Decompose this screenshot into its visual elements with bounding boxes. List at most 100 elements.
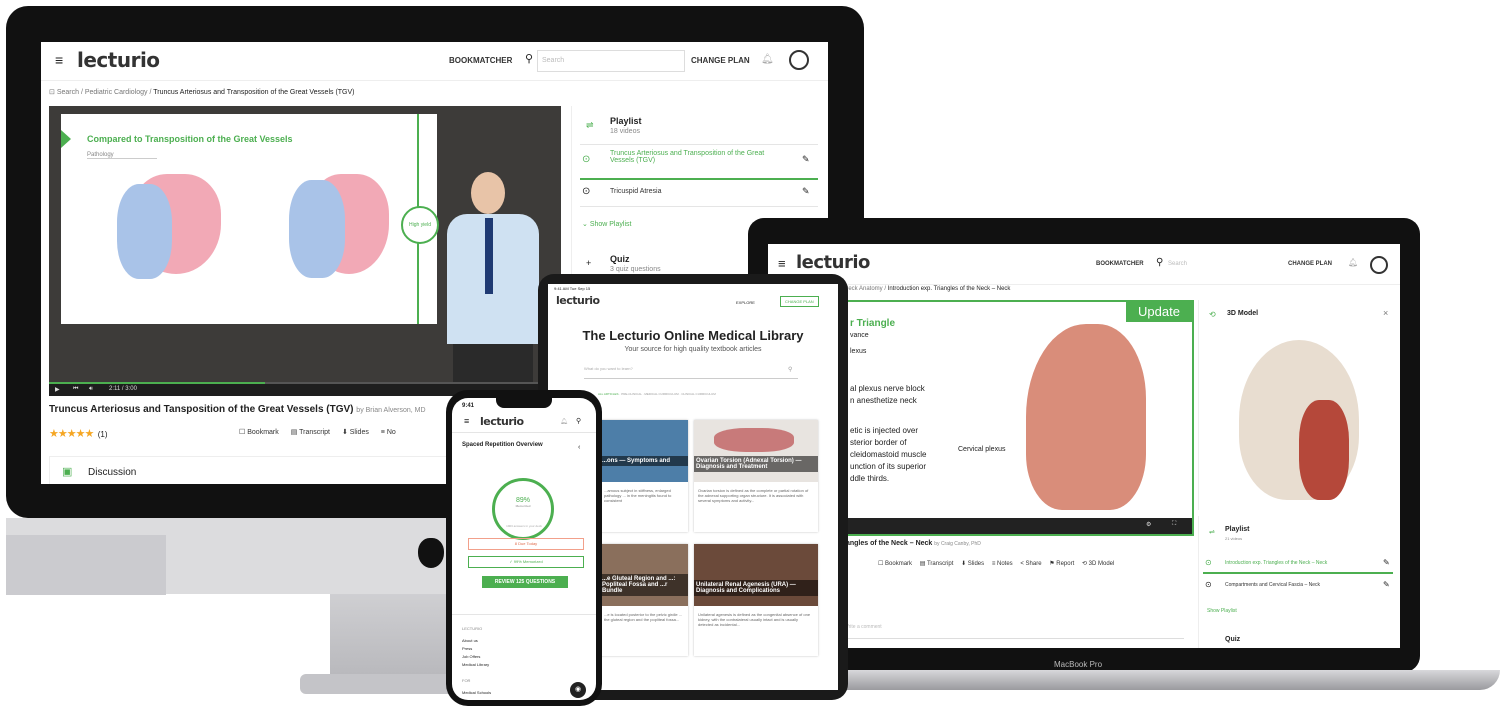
memorized-button[interactable]: ✓ 99% Memorized [468,556,584,568]
close-icon[interactable]: × [1383,308,1388,318]
edit-icon[interactable]: ✎ [802,186,810,197]
skip-back-icon[interactable]: ⏮ [73,386,78,393]
video-player[interactable]: Compared to Transposition of the Great V… [49,106,561,396]
share-button[interactable]: < Share [1020,561,1041,567]
notes-label: Notes [996,561,1013,567]
lecture-title: Truncus Arteriosus and Tansposition of t… [49,404,426,415]
progress-bar[interactable] [49,382,561,384]
slide-line: cleidomastoid muscle [850,450,927,459]
star-rating-icon[interactable]: ★★★★★ [49,428,94,440]
menu-icon[interactable]: ≡ [55,53,63,67]
bookmatcher-link[interactable]: BOOKMATCHER [1096,261,1144,267]
notes-button[interactable]: ≡ Notes [992,561,1013,567]
slide-line: n anesthetize neck [850,396,917,405]
playlist-item-label[interactable]: Compartments and Cervical Fascia – Neck [1225,582,1320,588]
slide-title: Compared to Transposition of the Great V… [87,134,293,144]
slide-title: r Triangle [850,318,896,329]
laptop-screen: ≡ lecturio BOOKMATCHER ⚲ Search CHANGE P… [768,244,1400,648]
library-search-input[interactable]: What do you want to learn? [584,366,798,379]
lecturio-logo[interactable]: lecturio [77,48,160,72]
article-card[interactable]: Unilateral Renal Agenesis (URA) — Diagno… [694,544,818,656]
bell-icon[interactable]: 🔔︎ [560,418,568,425]
edit-icon[interactable]: ✎ [1383,558,1390,567]
tab-medical-curriculum[interactable]: MEDICAL CURRICULUM [644,392,678,396]
3d-skull-model[interactable] [1239,340,1359,500]
search-icon[interactable]: ⚲ [576,417,581,425]
playlist-item-label[interactable]: Introduction exp. Triangles of the Neck … [1225,560,1327,566]
slide-line: lexus [850,348,867,355]
bookmark-button[interactable]: ☐ Bookmark [239,429,279,436]
bookmark-button[interactable]: ☐ Bookmark [878,561,912,567]
transcript-icon: ▤ [290,429,300,436]
footer-link-jobs[interactable]: Job Offers [462,654,480,659]
tab-all-articles[interactable]: ALL ARTICLES [598,392,619,396]
bell-icon[interactable]: 🔔︎ [1348,258,1358,267]
footer-link-schools[interactable]: Medical Schools [462,690,491,695]
video-controls[interactable]: ⚙ ⛶ [846,518,1192,534]
slides-label: Slides [349,429,369,436]
footer-link-press[interactable]: Press [462,646,472,651]
footer-link-about[interactable]: About us [462,638,478,643]
menu-icon[interactable]: ≡ [464,416,469,426]
spaced-repetition-title: Spaced Repetition Overview [462,442,543,448]
high-yield-badge: High yield [401,206,439,244]
settings-icon[interactable]: ⚙ [1146,521,1151,528]
show-playlist-link[interactable]: ⌄ Show Playlist [582,220,631,228]
article-card[interactable]: ...e Gluteal Region and ...: Popliteal F… [600,544,688,656]
breadcrumb-category[interactable]: Neck Anatomy [844,286,883,292]
bookmatcher-link[interactable]: BOOKMATCHER [449,56,512,65]
review-questions-button[interactable]: REVIEW 125 QUESTIONS [482,576,568,588]
change-plan-link[interactable]: CHANGE PLAN [1288,261,1332,267]
3d-model-title: 3D Model [1227,310,1259,317]
play-icon[interactable]: ▶ [55,386,60,393]
quiz-icon: + [586,258,592,268]
chevron-left-icon[interactable]: ‹ [578,444,580,451]
article-card[interactable]: ...ons — Symptoms and ...amous subject i… [600,420,688,532]
share-label: Share [1025,561,1042,567]
fullscreen-icon[interactable]: ⛶ [1172,521,1176,528]
change-plan-link[interactable]: CHANGE PLAN [691,56,750,65]
search-icon[interactable]: ⚲ [525,52,533,65]
rating[interactable]: ★★★★★ (1) [49,424,108,442]
edit-icon[interactable]: ✎ [1383,580,1390,589]
tab-pre-clinical[interactable]: PRE-CLINICAL [621,392,642,396]
volume-icon[interactable]: 🔊︎ [89,386,93,393]
3d-model-button[interactable]: ⟲ 3D Model [1082,561,1114,567]
search-input[interactable]: Search [537,50,685,72]
lecturio-logo[interactable]: lecturio [796,252,870,273]
comment-input[interactable]: Write a comment [844,624,1184,639]
change-plan-button[interactable]: CHANGE PLAN [780,296,819,307]
avatar[interactable] [789,50,809,70]
playlist-item[interactable]: ⊙ Tricuspid Atresia ✎ [580,182,818,204]
search-input[interactable]: Search [1168,256,1278,272]
notes-button[interactable]: ≡ No [381,429,396,436]
report-button[interactable]: ⚑ Report [1049,561,1074,567]
menu-icon[interactable]: ≡ [778,256,786,271]
footer-link-library[interactable]: Medical Library [462,662,489,667]
desktop-chin-shadow [6,535,166,595]
avatar[interactable] [1370,256,1388,274]
article-card[interactable]: Ovarian Torsion (Adnexal Torsion) — Diag… [694,420,818,532]
video-player[interactable]: r Triangle vance lexus al plexus nerve b… [844,300,1194,536]
search-icon[interactable]: ⚲ [788,366,792,373]
playlist-icon: ⇌ [1209,529,1215,536]
lecturio-logo[interactable]: lecturio [480,415,524,428]
slides-button[interactable]: ⬇ Slides [342,429,369,436]
breadcrumb-search[interactable]: Search [57,89,79,96]
lecturio-logo[interactable]: lecturio [556,294,600,307]
chat-fab-icon[interactable]: ◉ [570,682,586,698]
breadcrumb-category[interactable]: Pediatric Cardiology [85,89,148,96]
slides-button[interactable]: ⬇ Slides [961,561,984,567]
transcript-button[interactable]: ▤ Transcript [291,429,330,436]
tab-clinical-curriculum[interactable]: CLINICAL CURRICULUM [681,392,715,396]
bell-icon[interactable]: 🔔︎ [761,54,774,65]
footer-heading-for: FOR [462,678,471,683]
transcript-button[interactable]: ▤ Transcript [920,561,954,567]
show-playlist-link[interactable]: Show Playlist [1207,608,1237,614]
explore-link[interactable]: EXPLORE [736,300,755,305]
edit-icon[interactable]: ✎ [802,154,810,165]
due-today-button[interactable]: 8 Due Today [468,538,584,550]
presenter [447,214,539,344]
playlist-item-active[interactable]: ⊙ Truncus Arteriosus and Transposition o… [580,148,818,176]
search-icon[interactable]: ⚲ [1156,257,1163,268]
